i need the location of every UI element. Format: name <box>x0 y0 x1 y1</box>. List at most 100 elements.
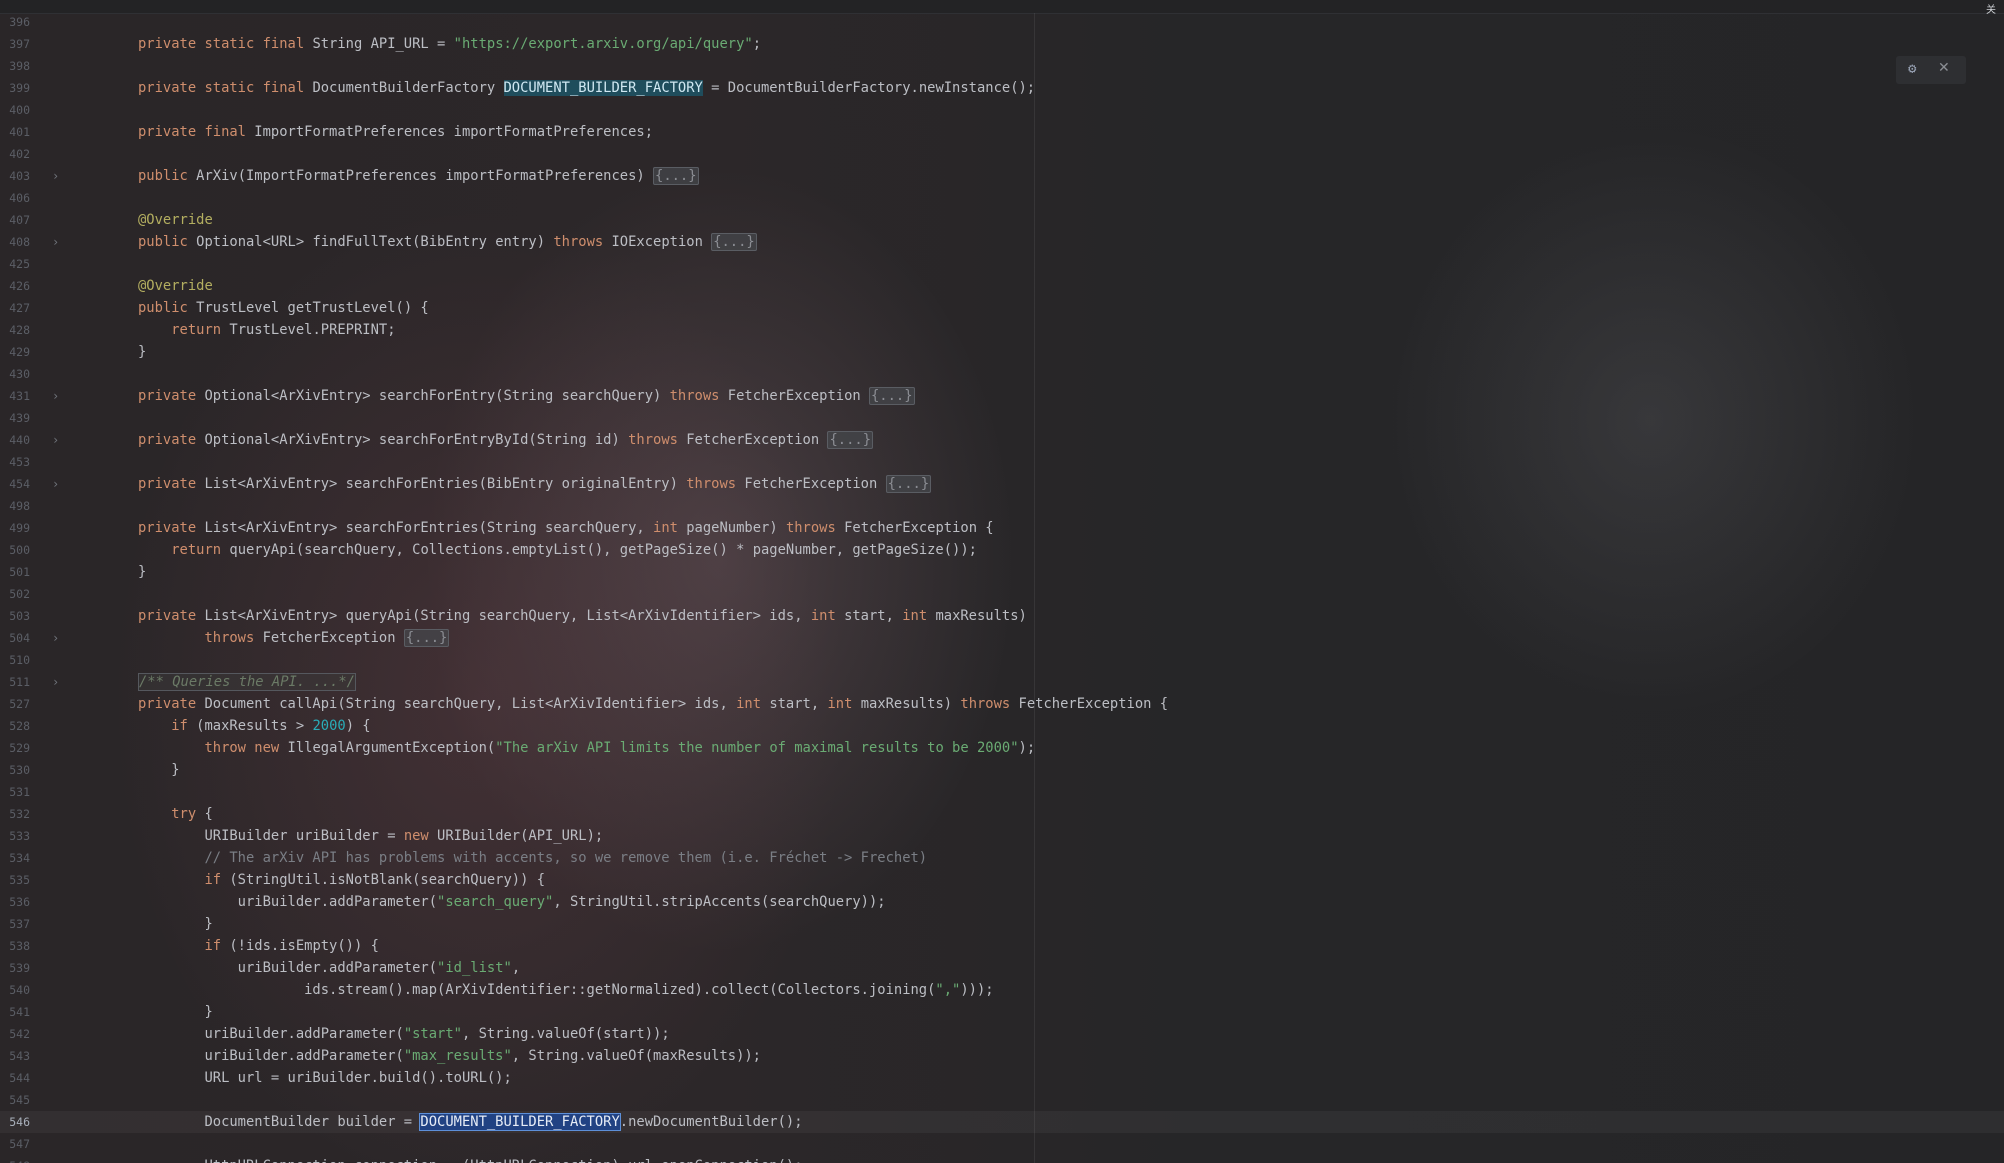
code-line[interactable]: 539 uriBuilder.addParameter("id_list", <box>0 957 2004 979</box>
code-token: uriBuilder.addParameter( <box>138 1026 404 1042</box>
code-line[interactable]: 533 URIBuilder uriBuilder = new URIBuild… <box>0 825 2004 847</box>
current-code-line[interactable]: 546 DocumentBuilder builder = DOCUMENT_B… <box>0 1111 2004 1133</box>
code-line[interactable]: 431 › private Optional<ArXivEntry> searchF… <box>0 385 2004 407</box>
code-token: { <box>204 806 213 822</box>
code-line[interactable]: 427 public TrustLevel getTrustLevel() { <box>0 297 2004 319</box>
code-line[interactable]: 535 if (StringUtil.isNotBlank(searchQuer… <box>0 869 2004 891</box>
code-line[interactable]: 511 › /** Queries the API. ...*/ <box>0 671 2004 693</box>
code-line[interactable]: 453 <box>0 451 2004 473</box>
code-line[interactable]: 528 if (maxResults > 2000) { <box>0 715 2004 737</box>
code-editor[interactable]: 关 396 397 private static final String API_… <box>0 0 2004 1163</box>
code-line[interactable]: 545 <box>0 1089 2004 1111</box>
code-line[interactable]: 398 <box>0 55 2004 77</box>
keyword-token: throws <box>960 696 1019 712</box>
code-line[interactable]: 542 uriBuilder.addParameter("start", Str… <box>0 1023 2004 1045</box>
close-icon[interactable]: ✕ <box>1938 60 1950 76</box>
fold-chevron-icon[interactable]: › <box>52 627 59 649</box>
keyword-token: throws <box>669 388 728 404</box>
code-line[interactable]: 400 <box>0 99 2004 121</box>
fold-chevron-icon[interactable]: › <box>52 385 59 407</box>
code-line[interactable]: 537 } <box>0 913 2004 935</box>
code-line[interactable]: 540 ids.stream().map(ArXivIdentifier::ge… <box>0 979 2004 1001</box>
code-text: private List<ArXivEntry> queryApi(String… <box>138 605 1027 627</box>
line-number: 430 <box>9 367 30 381</box>
code-line[interactable]: 527 private Document callApi(String searc… <box>0 693 2004 715</box>
code-token: ) { <box>345 718 371 734</box>
code-line[interactable]: 502 <box>0 583 2004 605</box>
code-line[interactable]: 510 <box>0 649 2004 671</box>
code-line[interactable]: 402 <box>0 143 2004 165</box>
string-token: "The arXiv API limits the number of maxi… <box>495 740 1019 756</box>
code-line[interactable]: 500 return queryApi(searchQuery, Collect… <box>0 539 2004 561</box>
code-token: FetcherException { <box>1018 696 1169 712</box>
code-line[interactable]: 531 <box>0 781 2004 803</box>
folded-code-placeholder[interactable]: {...} <box>403 629 450 647</box>
code-token: } <box>138 564 147 580</box>
number-token: 2000 <box>312 718 346 734</box>
code-line[interactable]: 530 } <box>0 759 2004 781</box>
code-text: private Optional<ArXivEntry> searchForEn… <box>138 385 915 407</box>
code-line[interactable]: 548 HttpURLConnection connection = (Http… <box>0 1155 2004 1163</box>
code-line[interactable]: 425 <box>0 253 2004 275</box>
code-line[interactable]: 408 › public Optional<URL> findFullText(Bi… <box>0 231 2004 253</box>
code-token: } <box>138 1004 213 1020</box>
fold-chevron-icon[interactable]: › <box>52 231 59 253</box>
comment-token: // The arXiv API has problems with accen… <box>204 850 928 866</box>
code-line[interactable]: 544 URL url = uriBuilder.build().toURL()… <box>0 1067 2004 1089</box>
code-line[interactable]: 538 if (!ids.isEmpty()) { <box>0 935 2004 957</box>
code-line[interactable]: 501} <box>0 561 2004 583</box>
line-number: 542 <box>9 1027 30 1041</box>
code-line[interactable]: 406 <box>0 187 2004 209</box>
code-line[interactable]: 499 private List<ArXivEntry> searchForEnt… <box>0 517 2004 539</box>
code-line[interactable]: 534 // The arXiv API has problems with a… <box>0 847 2004 869</box>
selected-identifier: DOCUMENT_BUILDER_FACTORY <box>419 1113 621 1131</box>
code-line[interactable]: 426 @Override <box>0 275 2004 297</box>
fold-chevron-icon[interactable]: › <box>52 429 59 451</box>
code-line[interactable]: 439 <box>0 407 2004 429</box>
code-token: (StringUtil.isNotBlank(searchQuery)) { <box>229 872 546 888</box>
fold-chevron-icon[interactable]: › <box>52 671 59 693</box>
code-line[interactable]: 440 › private Optional<ArXivEntry> searchF… <box>0 429 2004 451</box>
line-number: 427 <box>9 301 30 315</box>
code-line[interactable]: 429} <box>0 341 2004 363</box>
folded-code-placeholder[interactable]: {...} <box>653 167 699 185</box>
code-line[interactable]: 541 } <box>0 1001 2004 1023</box>
folded-code-placeholder[interactable]: {...} <box>711 233 757 251</box>
folded-code-placeholder[interactable]: {...} <box>885 475 932 493</box>
code-line[interactable]: 547 <box>0 1133 2004 1155</box>
code-line[interactable]: 399 private static final DocumentBuilderF… <box>0 77 2004 99</box>
code-line[interactable]: 401 private final ImportFormatPreferences… <box>0 121 2004 143</box>
code-line[interactable]: 397 private static final String API_URL =… <box>0 33 2004 55</box>
code-line[interactable]: 529 throw new IllegalArgumentException("… <box>0 737 2004 759</box>
code-line[interactable]: 532 try { <box>0 803 2004 825</box>
fold-chevron-icon[interactable]: › <box>52 473 59 495</box>
keyword-token: private <box>138 388 205 404</box>
code-line[interactable]: 396 <box>0 11 2004 33</box>
code-text: private static final DocumentBuilderFact… <box>138 77 1035 99</box>
folded-code-placeholder[interactable]: {...} <box>869 387 915 405</box>
code-token: FetcherException <box>744 476 886 492</box>
code-token: String API_URL = <box>312 36 454 52</box>
keyword-token: return <box>171 322 230 338</box>
code-line[interactable]: 536 uriBuilder.addParameter("search_quer… <box>0 891 2004 913</box>
fold-chevron-icon[interactable]: › <box>52 165 59 187</box>
code-line[interactable]: 454 › private List<ArXivEntry> searchForEn… <box>0 473 2004 495</box>
string-token: "id_list" <box>437 960 512 976</box>
code-line[interactable]: 504 › throws FetcherException {...} <box>0 627 2004 649</box>
code-line[interactable]: 403 › public ArXiv(ImportFormatPreferences… <box>0 165 2004 187</box>
line-number: 431 <box>9 389 30 403</box>
code-line[interactable]: 498 <box>0 495 2004 517</box>
code-token: URL url = uriBuilder.build().toURL(); <box>138 1070 512 1086</box>
folded-code-placeholder[interactable]: {...} <box>827 431 874 449</box>
code-token: FetcherException { <box>844 520 994 536</box>
code-text: if (!ids.isEmpty()) { <box>138 935 378 957</box>
code-line[interactable]: 543 uriBuilder.addParameter("max_results… <box>0 1045 2004 1067</box>
code-line[interactable]: 430 <box>0 363 2004 385</box>
code-token: ArXiv(ImportFormatPreferences importForm… <box>196 168 654 184</box>
code-line[interactable]: 503 private List<ArXivEntry> queryApi(Str… <box>0 605 2004 627</box>
keyword-token: if <box>204 872 230 888</box>
code-line[interactable]: 407 @Override <box>0 209 2004 231</box>
code-text: HttpURLConnection connection = (HttpURLC… <box>138 1155 802 1163</box>
code-line[interactable]: 428 return TrustLevel.PREPRINT; <box>0 319 2004 341</box>
ai-assistant-icon[interactable]: ⚙ <box>1908 61 1916 77</box>
